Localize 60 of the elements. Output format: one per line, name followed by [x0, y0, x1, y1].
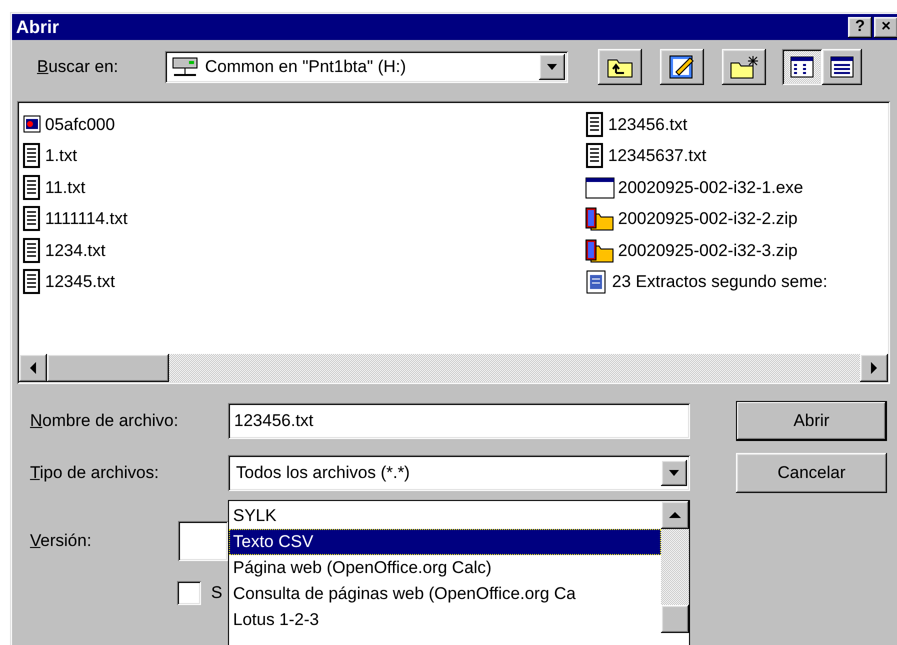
horizontal-scrollbar[interactable]: [19, 354, 888, 382]
file-item[interactable]: 12345637.txt: [585, 140, 888, 172]
file-type-option[interactable]: Texto CSV: [229, 529, 661, 555]
list-view-icon: [790, 56, 814, 78]
desktop-button[interactable]: [660, 49, 704, 85]
file-type-option[interactable]: SYLK: [229, 503, 661, 529]
file-item[interactable]: 1111114.txt: [22, 204, 585, 235]
network-drive-icon: [171, 56, 199, 78]
text-file-icon: [22, 238, 42, 264]
version-label: Versión:: [30, 531, 92, 551]
file-item[interactable]: 20020925-002-i32-3.zip: [585, 235, 888, 266]
details-view-icon: [830, 56, 854, 78]
help-button[interactable]: ?: [848, 16, 872, 38]
details-view-button[interactable]: [822, 49, 862, 85]
file-name-field[interactable]: 123456.txt: [228, 403, 690, 439]
text-file-icon: [585, 112, 605, 138]
up-arrow-icon: [669, 511, 681, 519]
look-in-dropdown[interactable]: Common en "Pnt1bta" (H:): [165, 51, 568, 83]
file-item[interactable]: 1.txt: [22, 140, 585, 172]
file-type-option[interactable]: Página web (OpenOffice.org Calc): [229, 555, 661, 581]
file-name-label: Nombre de archivo:: [30, 411, 180, 431]
look-in-label: Buscar en:: [37, 57, 120, 77]
pencil-icon: [668, 54, 696, 80]
text-file-icon: [22, 206, 42, 232]
open-button[interactable]: Abrir: [736, 401, 887, 441]
program-window-icon: [585, 174, 615, 201]
new-folder-icon: [729, 54, 759, 80]
version-field[interactable]: [178, 521, 228, 561]
archive-folder-icon: [585, 238, 615, 264]
scrollbar-thumb[interactable]: [47, 354, 169, 382]
text-file-icon: [22, 174, 42, 201]
file-item[interactable]: 05afc000: [22, 109, 585, 140]
file-item[interactable]: 1234.txt: [22, 235, 585, 266]
caret-icon: [668, 469, 680, 477]
caret-icon: [546, 63, 558, 71]
archive-folder-icon: [585, 206, 615, 232]
up-folder-button[interactable]: [598, 49, 642, 85]
scrollbar-thumb[interactable]: [661, 605, 689, 633]
file-item[interactable]: 12345.txt: [22, 266, 585, 298]
window-title: Abrir: [15, 16, 60, 38]
right-arrow-icon: [870, 362, 878, 374]
file-item[interactable]: 123456.txt: [585, 109, 888, 140]
text-file-icon: [585, 143, 605, 170]
text-file-icon: [22, 269, 42, 296]
file-type-label: Tipo de archivos:: [30, 463, 160, 483]
file-item[interactable]: 23 Extractos segundo seme:: [585, 266, 888, 298]
checkbox[interactable]: [177, 581, 201, 605]
list-view-button[interactable]: [782, 49, 822, 85]
checkbox-label: S: [211, 583, 222, 603]
file-type-option[interactable]: Consulta de páginas web (OpenOffice.org Ca: [229, 581, 661, 607]
left-arrow-icon: [29, 362, 37, 374]
file-item[interactable]: 20020925-002-i32-2.zip: [585, 204, 888, 235]
new-folder-button[interactable]: [722, 49, 766, 85]
close-button[interactable]: ×: [874, 16, 897, 38]
file-type-option[interactable]: Lotus 1-2-3: [229, 607, 661, 633]
file-item[interactable]: 20020925-002-i32-1.exe: [585, 172, 888, 204]
text-file-icon: [22, 143, 42, 170]
file-item[interactable]: 11.txt: [22, 172, 585, 204]
file-type-dropdown[interactable]: Todos los archivos (*.*): [228, 455, 690, 491]
cancel-button[interactable]: Cancelar: [736, 453, 887, 493]
